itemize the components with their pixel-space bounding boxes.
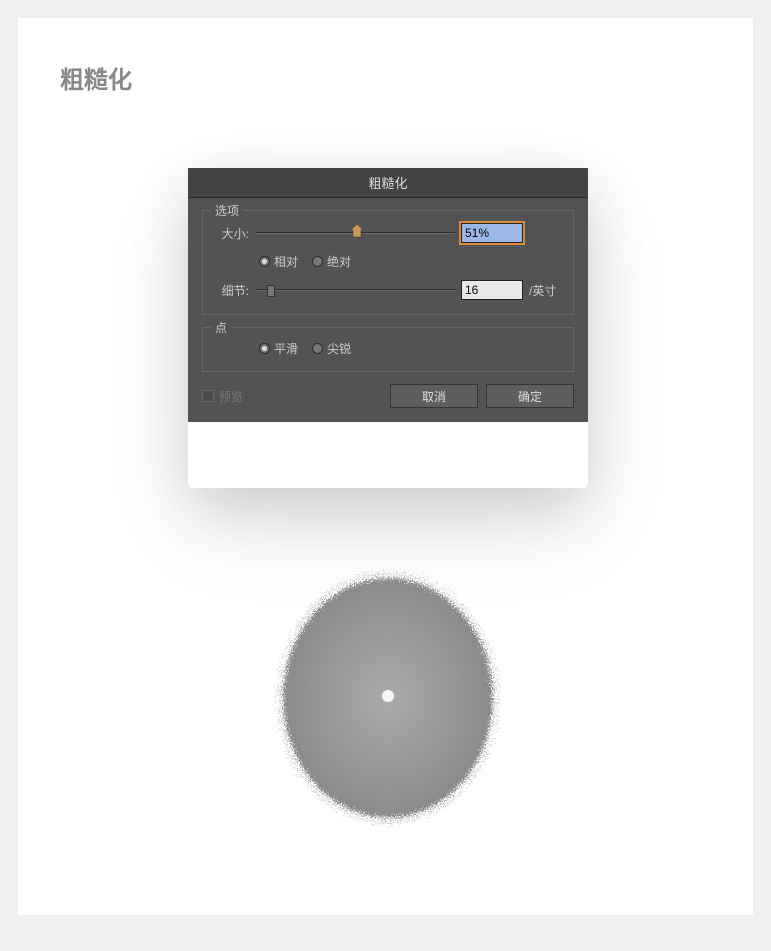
size-slider-thumb[interactable] (351, 224, 363, 238)
points-fieldset: 点 平滑 尖锐 (202, 327, 574, 372)
roughen-dialog: 粗糙化 选项 大小: (188, 168, 588, 422)
radio-relative-circle[interactable] (259, 256, 270, 267)
size-mode-radios: 相对 绝对 (259, 253, 563, 270)
points-legend: 点 (211, 319, 231, 336)
size-slider[interactable] (255, 226, 455, 240)
roughen-shape-icon (268, 568, 508, 828)
preview-label: 预览 (219, 388, 243, 405)
size-input[interactable] (461, 223, 523, 243)
radio-smooth-label: 平滑 (274, 340, 298, 357)
dialog-footer: 预览 取消 确定 (202, 384, 574, 408)
effect-preview (258, 538, 518, 858)
cancel-button[interactable]: 取消 (390, 384, 478, 408)
radio-sharp-circle[interactable] (312, 343, 323, 354)
options-legend: 选项 (211, 202, 243, 219)
options-fieldset: 选项 大小: (202, 210, 574, 315)
page-container: 粗糙化 粗糙化 选项 大小: (18, 18, 753, 915)
size-row: 大小: (213, 223, 563, 243)
dialog-body: 选项 大小: (188, 198, 588, 422)
preview-checkbox[interactable] (202, 390, 214, 402)
radio-absolute-label: 绝对 (327, 253, 351, 270)
radio-smooth-circle[interactable] (259, 343, 270, 354)
footer-buttons: 取消 确定 (390, 384, 574, 408)
radio-absolute-circle[interactable] (312, 256, 323, 267)
detail-slider[interactable] (255, 283, 455, 297)
detail-slider-thumb[interactable] (267, 285, 275, 297)
detail-unit: /英寸 (529, 282, 563, 299)
radio-absolute[interactable]: 绝对 (312, 253, 351, 270)
radio-sharp-label: 尖锐 (327, 340, 351, 357)
radio-smooth[interactable]: 平滑 (259, 340, 298, 357)
radio-relative[interactable]: 相对 (259, 253, 298, 270)
detail-row: 细节: /英寸 (213, 280, 563, 300)
detail-slider-track (255, 289, 455, 291)
radio-relative-label: 相对 (274, 253, 298, 270)
detail-input[interactable] (461, 280, 523, 300)
preview-checkbox-group[interactable]: 预览 (202, 388, 243, 405)
page-title: 粗糙化 (60, 60, 132, 95)
size-label: 大小: (213, 225, 249, 242)
detail-label: 细节: (213, 282, 249, 299)
ok-button[interactable]: 确定 (486, 384, 574, 408)
points-radios: 平滑 尖锐 (259, 340, 563, 357)
dialog-titlebar[interactable]: 粗糙化 (188, 168, 588, 198)
radio-sharp[interactable]: 尖锐 (312, 340, 351, 357)
